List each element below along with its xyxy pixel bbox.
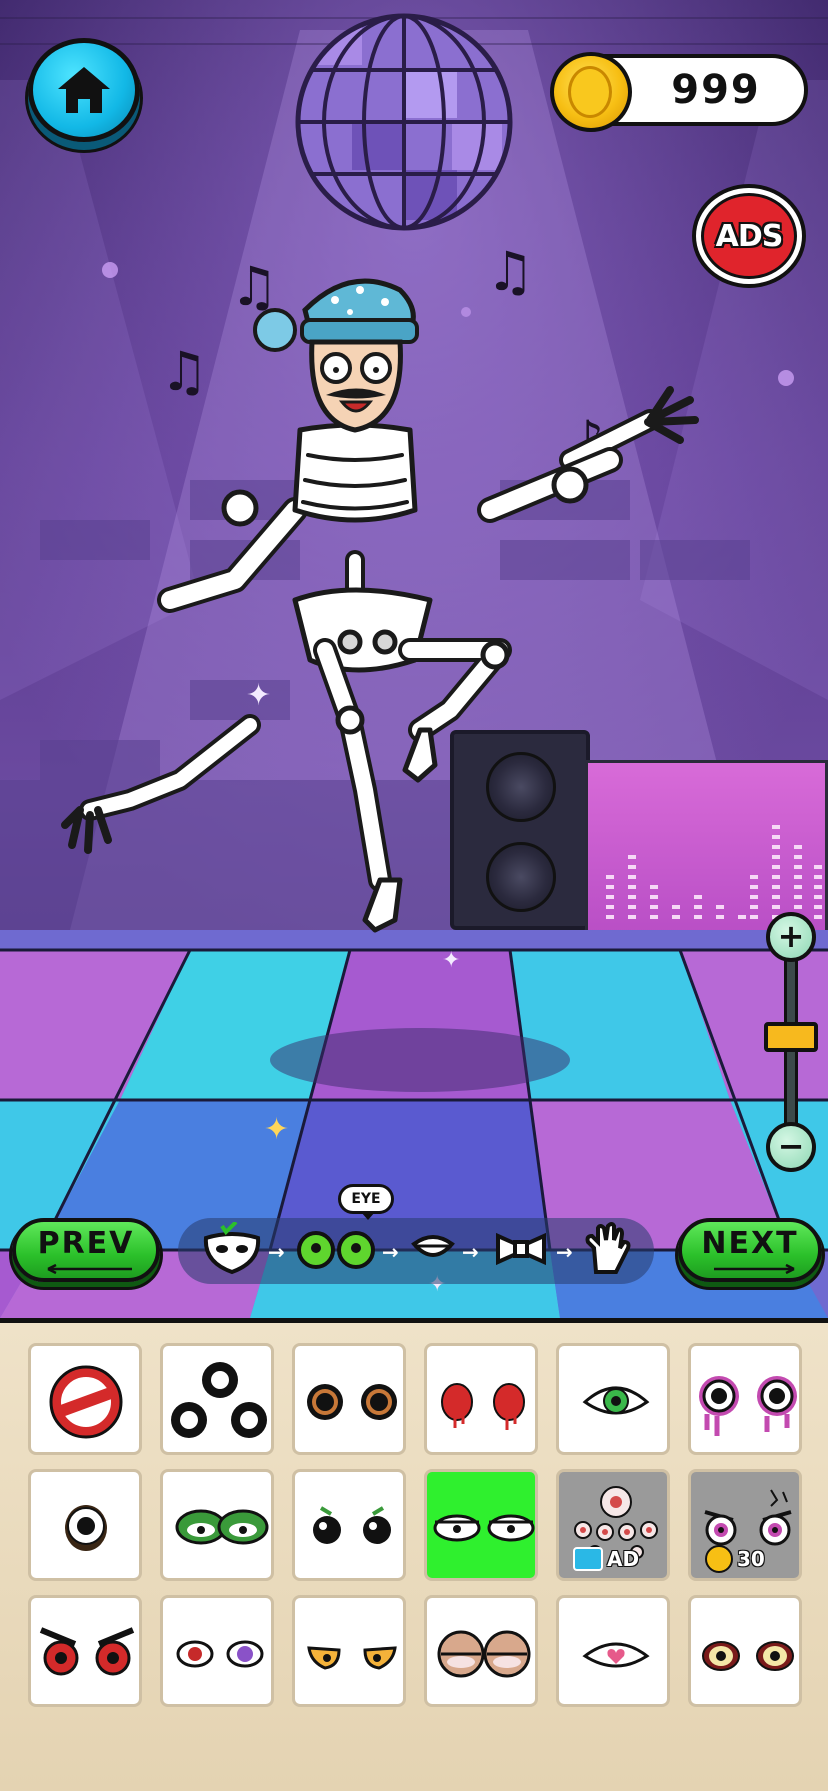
next-button[interactable]: NEXT — [678, 1218, 822, 1282]
next-label: NEXT — [701, 1226, 799, 1261]
no-option-icon — [49, 1365, 123, 1439]
three-eyes-icon — [171, 1362, 267, 1438]
rimmed-eyes-icon — [702, 1641, 794, 1671]
option-orange-ring-eyes[interactable] — [292, 1343, 406, 1455]
zoom-out-button[interactable]: − — [766, 1122, 816, 1172]
cyclops-eye-icon — [65, 1505, 107, 1551]
skeleton-character — [61, 278, 699, 933]
option-three-black-eyes[interactable] — [160, 1343, 274, 1455]
step-arrow-icon: → — [556, 1240, 573, 1264]
ad-unlock-tag: AD — [573, 1546, 639, 1572]
prev-label: PREV — [37, 1226, 135, 1261]
orange-eyes-icon — [307, 1384, 397, 1420]
ads-label: ADS — [715, 218, 784, 254]
heart-eye-icon — [582, 1642, 650, 1668]
zoom-slider[interactable]: + − — [764, 912, 818, 1172]
coin-unlock-tag: 30 — [705, 1545, 765, 1573]
sleepy-eyes-icon — [437, 1630, 531, 1678]
bead-eyes-icon — [313, 1506, 391, 1544]
disco-ball — [295, 13, 513, 231]
prev-button[interactable]: PREV — [12, 1218, 160, 1282]
option-heart-pupil-eye[interactable] — [556, 1595, 670, 1707]
coin-icon — [550, 52, 632, 132]
eye-options-palette: AD 30 — [0, 1318, 828, 1791]
option-green-single-eye[interactable] — [556, 1343, 670, 1455]
glove-icon[interactable] — [584, 1222, 632, 1276]
frog-eyes-icon — [175, 1509, 269, 1545]
lock-label: 30 — [737, 1547, 765, 1571]
zoom-handle[interactable] — [764, 1022, 818, 1052]
red-eyes-icon — [441, 1383, 525, 1430]
home-button[interactable] — [28, 38, 140, 142]
option-red-purple-eyes[interactable] — [160, 1595, 274, 1707]
arrow-left-icon — [47, 1264, 132, 1274]
ads-button[interactable]: ADS — [692, 184, 806, 288]
arrow-right-icon — [714, 1264, 795, 1274]
option-yellow-red-rim-eyes[interactable] — [688, 1595, 802, 1707]
option-purple-dripping-eyes[interactable] — [688, 1343, 802, 1455]
option-red-angry-eyes[interactable] — [28, 1595, 142, 1707]
red-angry-eyes-icon — [39, 1627, 135, 1676]
mask-icon[interactable] — [200, 1222, 264, 1278]
option-frog-eyes[interactable] — [160, 1469, 274, 1581]
step-arrow-icon: → — [382, 1240, 399, 1264]
sparkle-icon: ✦ — [264, 1112, 290, 1147]
bored-eyes-icon — [433, 1514, 535, 1542]
current-step-label: EYE — [338, 1184, 394, 1220]
mouth-icon[interactable] — [410, 1228, 456, 1268]
coin-value: 999 — [671, 67, 761, 113]
game-stage: ♫ ♫ ♫ ♪ ✦ ✦ ✦ ✦ ✦ — [0, 0, 828, 1318]
green-eye-icon — [582, 1386, 650, 1415]
coin-icon — [705, 1545, 733, 1573]
option-red-dripping-eyes[interactable] — [424, 1343, 538, 1455]
option-sleepy-pink-eyes[interactable] — [424, 1595, 538, 1707]
red-purple-eyes-icon — [176, 1640, 264, 1668]
step-arrow-icon: → — [462, 1240, 479, 1264]
eye-icon[interactable] — [296, 1228, 376, 1272]
option-angry-cracked-eyes[interactable]: 30 — [688, 1469, 802, 1581]
step-arrow-icon: → — [268, 1240, 285, 1264]
option-cyclops-eye[interactable] — [28, 1469, 142, 1581]
option-black-bead-eyes[interactable] — [292, 1469, 406, 1581]
bow-icon[interactable] — [494, 1230, 548, 1268]
option-yellow-cat-eyes[interactable] — [292, 1595, 406, 1707]
lock-label: AD — [607, 1547, 640, 1571]
home-icon — [58, 67, 110, 113]
option-none[interactable] — [28, 1343, 142, 1455]
cat-eyes-icon — [307, 1646, 397, 1670]
purple-eyes-icon — [699, 1376, 797, 1436]
option-multi-eye-cluster[interactable]: AD — [556, 1469, 670, 1581]
video-ad-icon — [573, 1547, 603, 1571]
option-green-bored-eyes-selected[interactable] — [424, 1469, 538, 1581]
zoom-in-button[interactable]: + — [766, 912, 816, 962]
